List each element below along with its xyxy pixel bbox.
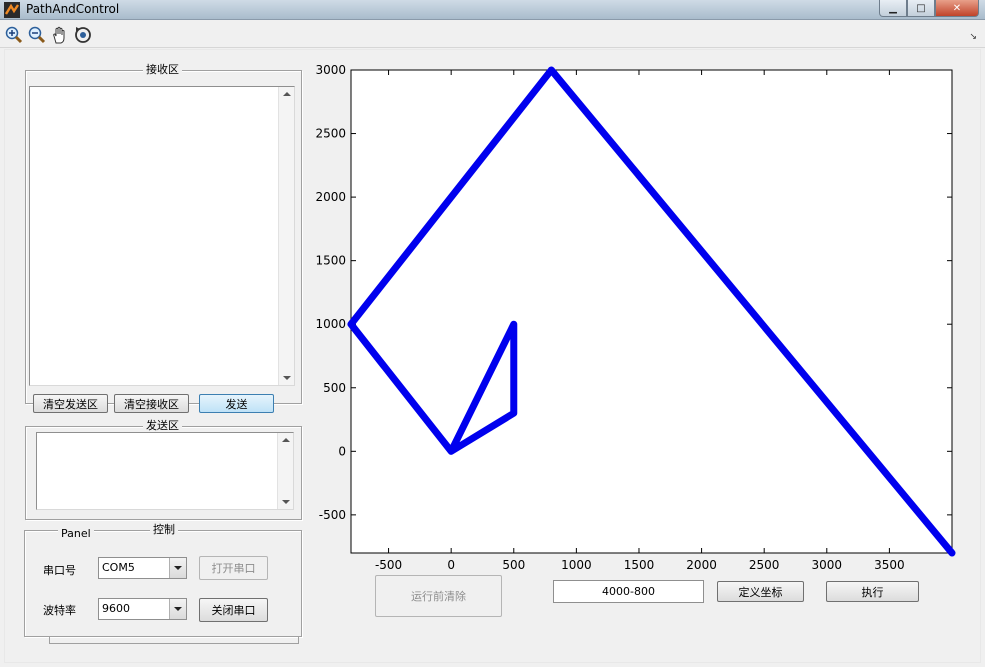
x-tick-label: 0 [447,558,455,572]
y-tick-label: 3000 [315,63,346,77]
path-plot[interactable]: -500 0 500 1000 1500 2000 2500 3000 3500 -500 0 500… [0,0,985,667]
y-tick-label: 1000 [315,317,346,331]
plot-axes-box [350,69,953,554]
y-tick-label: 2500 [315,127,346,141]
x-tick-label: 3500 [874,558,905,572]
x-tick-label: -500 [375,558,402,572]
x-tick-label: 3000 [812,558,843,572]
y-tick-label: -500 [319,508,346,522]
x-tick-label: 2500 [749,558,780,572]
x-tick-label: 2000 [686,558,717,572]
y-tick-label: 2000 [315,190,346,204]
x-tick-label: 1000 [561,558,592,572]
y-tick-label: 1500 [315,254,346,268]
x-tick-label: 500 [502,558,525,572]
x-tick-label: 1500 [624,558,655,572]
y-tick-label: 500 [323,381,346,395]
y-tick-label: 0 [338,444,346,458]
